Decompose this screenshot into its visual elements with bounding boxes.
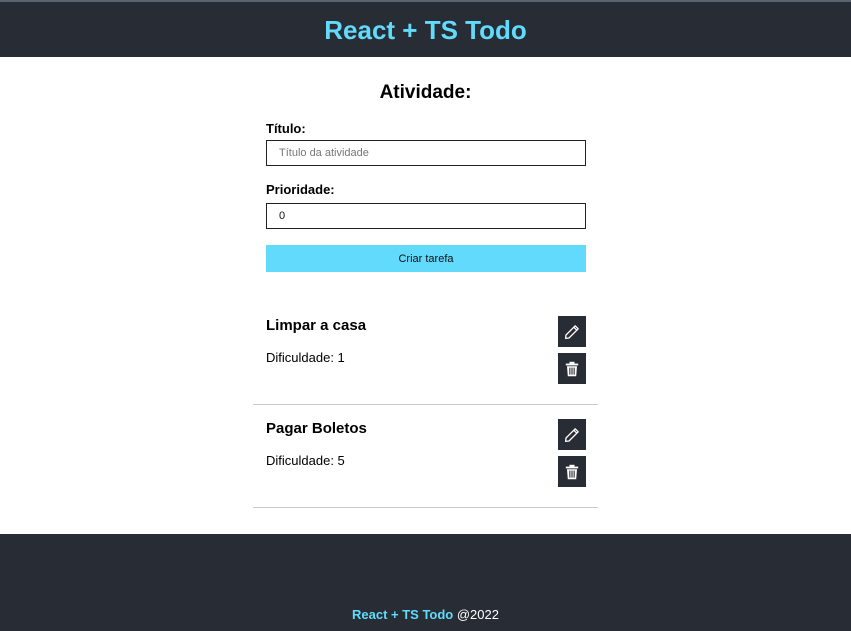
app-header: React + TS Todo	[0, 0, 851, 57]
title-input[interactable]	[266, 140, 586, 166]
main-content: Atividade: Título: Prioridade: Criar tar…	[0, 57, 851, 534]
edit-task-button[interactable]	[558, 419, 586, 450]
title-label: Título:	[266, 121, 306, 136]
trash-icon	[565, 361, 579, 376]
edit-task-button[interactable]	[558, 316, 586, 347]
app-title: React + TS Todo	[324, 14, 527, 45]
pencil-icon	[564, 427, 579, 442]
footer-brand: React + TS Todo	[352, 607, 454, 622]
task-item: Pagar Boletos Dificuldade: 5	[253, 406, 598, 508]
priority-label: Prioridade:	[266, 182, 335, 197]
task-title: Limpar a casa	[266, 317, 367, 334]
task-difficulty: Dificuldade: 1	[266, 350, 345, 365]
priority-input[interactable]	[266, 203, 586, 229]
task-title: Pagar Boletos	[266, 420, 367, 437]
trash-icon	[565, 464, 579, 479]
footer-text: React + TS Todo @2022	[0, 607, 851, 622]
form-heading: Atividade:	[379, 82, 472, 103]
footer-year: @2022	[453, 607, 499, 622]
create-task-button[interactable]: Criar tarefa	[266, 245, 586, 272]
task-difficulty: Dificuldade: 5	[266, 453, 345, 468]
app-footer: React + TS Todo @2022	[0, 534, 851, 631]
pencil-icon	[564, 324, 579, 339]
delete-task-button[interactable]	[558, 456, 586, 487]
task-item: Limpar a casa Dificuldade: 1	[253, 303, 598, 405]
delete-task-button[interactable]	[558, 353, 586, 384]
